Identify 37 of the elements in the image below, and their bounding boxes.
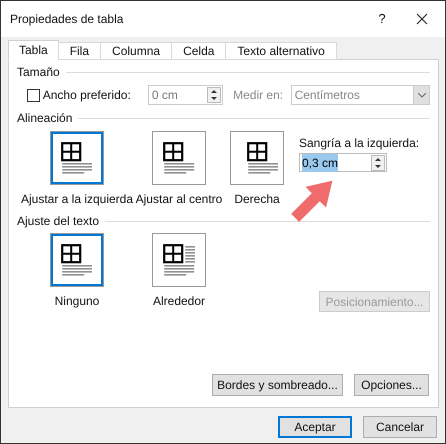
- dialog-button[interactable]: Bordes y sombreado...: [212, 374, 343, 396]
- option-label: Alrededor: [152, 293, 206, 310]
- option-label: Ajustar a la izquierda: [20, 191, 134, 208]
- spin-button[interactable]: [207, 87, 222, 103]
- layout-option-button[interactable]: [152, 233, 206, 287]
- option-label: Ajustar al centro: [136, 191, 222, 208]
- help-button[interactable]: ?: [374, 9, 390, 29]
- dialog-button[interactable]: Aceptar: [278, 416, 352, 438]
- table-layout-icon: [246, 142, 278, 174]
- caret-icon: [413, 86, 429, 104]
- table-layout-icon: [61, 142, 92, 174]
- section-heading: Ajuste del texto: [17, 213, 100, 230]
- layout-option-button[interactable]: [50, 233, 104, 287]
- layout-option-button[interactable]: [50, 131, 104, 185]
- tab[interactable]: Texto alternativo: [225, 42, 337, 60]
- dialog-button[interactable]: Opciones...: [354, 374, 429, 396]
- window-title: Propiedades de tabla: [10, 11, 124, 28]
- tab[interactable]: Tabla: [8, 40, 59, 60]
- field-label: Medir en:: [233, 87, 284, 104]
- tab[interactable]: Celda: [171, 42, 226, 60]
- indent-field[interactable]: 0,3 cm: [299, 153, 387, 172]
- option-label: Derecha: [234, 191, 280, 208]
- table-layout-icon: [163, 142, 195, 174]
- tab[interactable]: Columna: [100, 42, 172, 60]
- table-layout-icon: [162, 244, 196, 276]
- table-layout-icon: [61, 244, 92, 276]
- section-heading: Tamaño: [17, 64, 60, 81]
- layout-option-button[interactable]: [152, 131, 206, 185]
- option-label: Ninguno: [54, 293, 100, 310]
- close-icon[interactable]: [416, 13, 428, 25]
- spin-button[interactable]: [371, 154, 385, 170]
- section-heading: Alineación: [17, 110, 72, 127]
- layout-option-button[interactable]: [230, 131, 284, 185]
- field-label: Sangría a la izquierda:: [299, 135, 420, 152]
- dialog-button[interactable]: Cancelar: [363, 416, 437, 438]
- tab[interactable]: Fila: [58, 42, 102, 60]
- field-label: Ancho preferido:: [42, 87, 132, 104]
